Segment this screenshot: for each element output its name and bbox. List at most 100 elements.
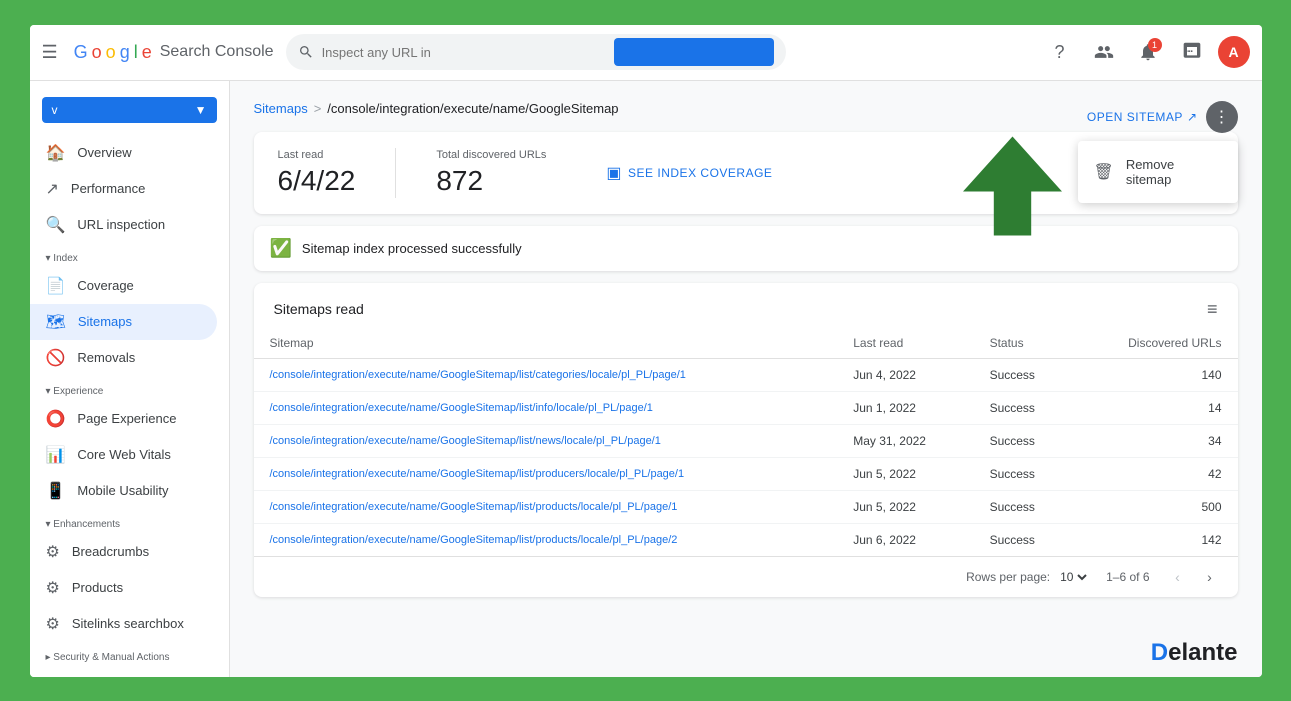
experience-toggle[interactable]: ▾ Experience <box>46 386 213 397</box>
sidebar-item-sitemaps[interactable]: 🗺 Sitemaps <box>30 304 217 340</box>
success-icon: ✅ <box>270 238 292 259</box>
cell-status: Success <box>974 457 1075 490</box>
stat-divider <box>395 148 396 198</box>
index-icon: ▣ <box>606 163 622 183</box>
sidebar-item-sitelinks[interactable]: ⚙ Sitelinks searchbox <box>30 606 217 642</box>
cell-status: Success <box>974 424 1075 457</box>
rows-per-page: Rows per page: 10 25 50 <box>966 569 1090 585</box>
prev-page-button[interactable]: ‹ <box>1166 565 1190 589</box>
breadcrumbs-icon: ⚙ <box>46 542 60 562</box>
search-url-icon: 🔍 <box>46 215 66 235</box>
page-navigation: ‹ › <box>1166 565 1222 589</box>
search-highlight <box>614 38 774 66</box>
cell-status: Success <box>974 523 1075 556</box>
page-exp-icon: ⭕ <box>46 409 66 429</box>
col-discovered-urls: Discovered URLs <box>1074 328 1237 359</box>
avatar[interactable]: A <box>1218 36 1250 68</box>
table-row[interactable]: /console/integration/execute/name/Google… <box>254 490 1238 523</box>
total-urls-stat: Total discovered URLs 872 <box>436 149 546 197</box>
col-sitemap: Sitemap <box>254 328 838 359</box>
cell-discovered-urls: 140 <box>1074 358 1237 391</box>
sitelinks-icon: ⚙ <box>46 614 60 634</box>
property-arrow: ▼ <box>195 103 207 117</box>
breadcrumb-parent[interactable]: Sitemaps <box>254 101 308 116</box>
help-icon[interactable]: ? <box>1042 34 1078 70</box>
delante-logo: Delante <box>1151 639 1238 667</box>
cell-discovered-urls: 500 <box>1074 490 1237 523</box>
cell-discovered-urls: 34 <box>1074 424 1237 457</box>
cell-sitemap: /console/integration/execute/name/Google… <box>254 358 838 391</box>
cell-sitemap: /console/integration/execute/name/Google… <box>254 490 838 523</box>
next-page-button[interactable]: › <box>1198 565 1222 589</box>
cell-discovered-urls: 14 <box>1074 391 1237 424</box>
sidebar-item-page-experience[interactable]: ⭕ Page Experience <box>30 401 217 437</box>
breadcrumb-current: /console/integration/execute/name/Google… <box>327 101 618 116</box>
home-icon: 🏠 <box>46 143 66 163</box>
app-logo: Google Search Console <box>74 42 274 63</box>
search-input[interactable] <box>322 45 606 60</box>
col-last-read: Last read <box>837 328 973 359</box>
menu-icon[interactable]: ☰ <box>42 42 58 63</box>
enhancements-toggle[interactable]: ▾ Enhancements <box>46 519 213 530</box>
cell-status: Success <box>974 391 1075 424</box>
sidebar-item-breadcrumbs[interactable]: ⚙ Breadcrumbs <box>30 534 217 570</box>
filter-icon[interactable]: ≡ <box>1207 299 1218 320</box>
sidebar-item-removals[interactable]: 🚫 Removals <box>30 340 217 376</box>
sidebar-item-mobile-usability[interactable]: 📱 Mobile Usability <box>30 473 217 509</box>
open-sitemap-button[interactable]: OPEN SITEMAP ↗ <box>1087 110 1198 124</box>
removals-icon: 🚫 <box>46 348 66 368</box>
property-selector[interactable]: v ▼ <box>42 97 217 123</box>
search-icon <box>298 44 314 60</box>
table-row[interactable]: /console/integration/execute/name/Google… <box>254 457 1238 490</box>
cell-sitemap: /console/integration/execute/name/Google… <box>254 424 838 457</box>
table-row[interactable]: /console/integration/execute/name/Google… <box>254 424 1238 457</box>
breadcrumb-separator: > <box>314 101 322 116</box>
people-icon[interactable] <box>1086 34 1122 70</box>
search-bar[interactable] <box>286 34 786 70</box>
sidebar-item-performance[interactable]: ↗ Performance <box>30 171 217 207</box>
open-sitemap-icon: ↗ <box>1187 110 1198 124</box>
open-sitemap-bar: OPEN SITEMAP ↗ ⋮ 🗑 Remove sitemap <box>1087 101 1238 133</box>
sitemaps-table-card: Sitemaps read ≡ Sitemap Last read Status… <box>254 283 1238 597</box>
apps-icon[interactable] <box>1174 34 1210 70</box>
sidebar-item-url-inspection[interactable]: 🔍 URL inspection <box>30 207 217 243</box>
table-footer: Rows per page: 10 25 50 1–6 of 6 ‹ › <box>254 556 1238 597</box>
content-area: Sitemaps > /console/integration/execute/… <box>230 81 1262 677</box>
cell-discovered-urls: 142 <box>1074 523 1237 556</box>
table-row[interactable]: /console/integration/execute/name/Google… <box>254 523 1238 556</box>
see-index-coverage-button[interactable]: ▣ SEE INDEX COVERAGE <box>606 163 772 183</box>
success-message: ✅ Sitemap index processed successfully <box>254 226 1238 271</box>
cell-last-read: Jun 1, 2022 <box>837 391 973 424</box>
sidebar-item-overview[interactable]: 🏠 Overview <box>30 135 217 171</box>
sidebar: v ▼ 🏠 Overview ↗ Performance 🔍 URL inspe… <box>30 81 230 677</box>
notifications-icon[interactable]: 1 <box>1130 34 1166 70</box>
sidebar-item-core-web-vitals[interactable]: 📊 Core Web Vitals <box>30 437 217 473</box>
notification-badge: 1 <box>1148 38 1162 52</box>
cell-last-read: May 31, 2022 <box>837 424 973 457</box>
more-options-button[interactable]: ⋮ 🗑 Remove sitemap <box>1206 101 1238 133</box>
pagination-info: 1–6 of 6 <box>1106 570 1149 584</box>
remove-sitemap-button[interactable]: 🗑 Remove sitemap <box>1078 149 1238 195</box>
trash-icon: 🗑 <box>1094 162 1114 182</box>
index-section: ▾ Index <box>30 243 229 268</box>
table-row[interactable]: /console/integration/execute/name/Google… <box>254 391 1238 424</box>
cwv-icon: 📊 <box>46 445 66 465</box>
mobile-icon: 📱 <box>46 481 66 501</box>
cell-last-read: Jun 6, 2022 <box>837 523 973 556</box>
legacy-section: ▸ Legacy tools and reports <box>30 667 229 677</box>
col-status: Status <box>974 328 1075 359</box>
top-bar-right: ? 1 A <box>1042 34 1250 70</box>
security-toggle[interactable]: ▸ Security & Manual Actions <box>46 652 213 663</box>
experience-section: ▾ Experience <box>30 376 229 401</box>
sidebar-item-products[interactable]: ⚙ Products <box>30 570 217 606</box>
main-layout: v ▼ 🏠 Overview ↗ Performance 🔍 URL inspe… <box>30 81 1262 677</box>
sitemap-icon: 🗺 <box>46 312 66 332</box>
sidebar-item-coverage[interactable]: 📄 Coverage <box>30 268 217 304</box>
property-label: v <box>52 103 58 117</box>
table-row[interactable]: /console/integration/execute/name/Google… <box>254 358 1238 391</box>
enhancements-section: ▾ Enhancements <box>30 509 229 534</box>
coverage-icon: 📄 <box>46 276 66 296</box>
cell-sitemap: /console/integration/execute/name/Google… <box>254 391 838 424</box>
index-toggle[interactable]: ▾ Index <box>46 253 213 264</box>
rows-per-page-select[interactable]: 10 25 50 <box>1056 569 1090 585</box>
